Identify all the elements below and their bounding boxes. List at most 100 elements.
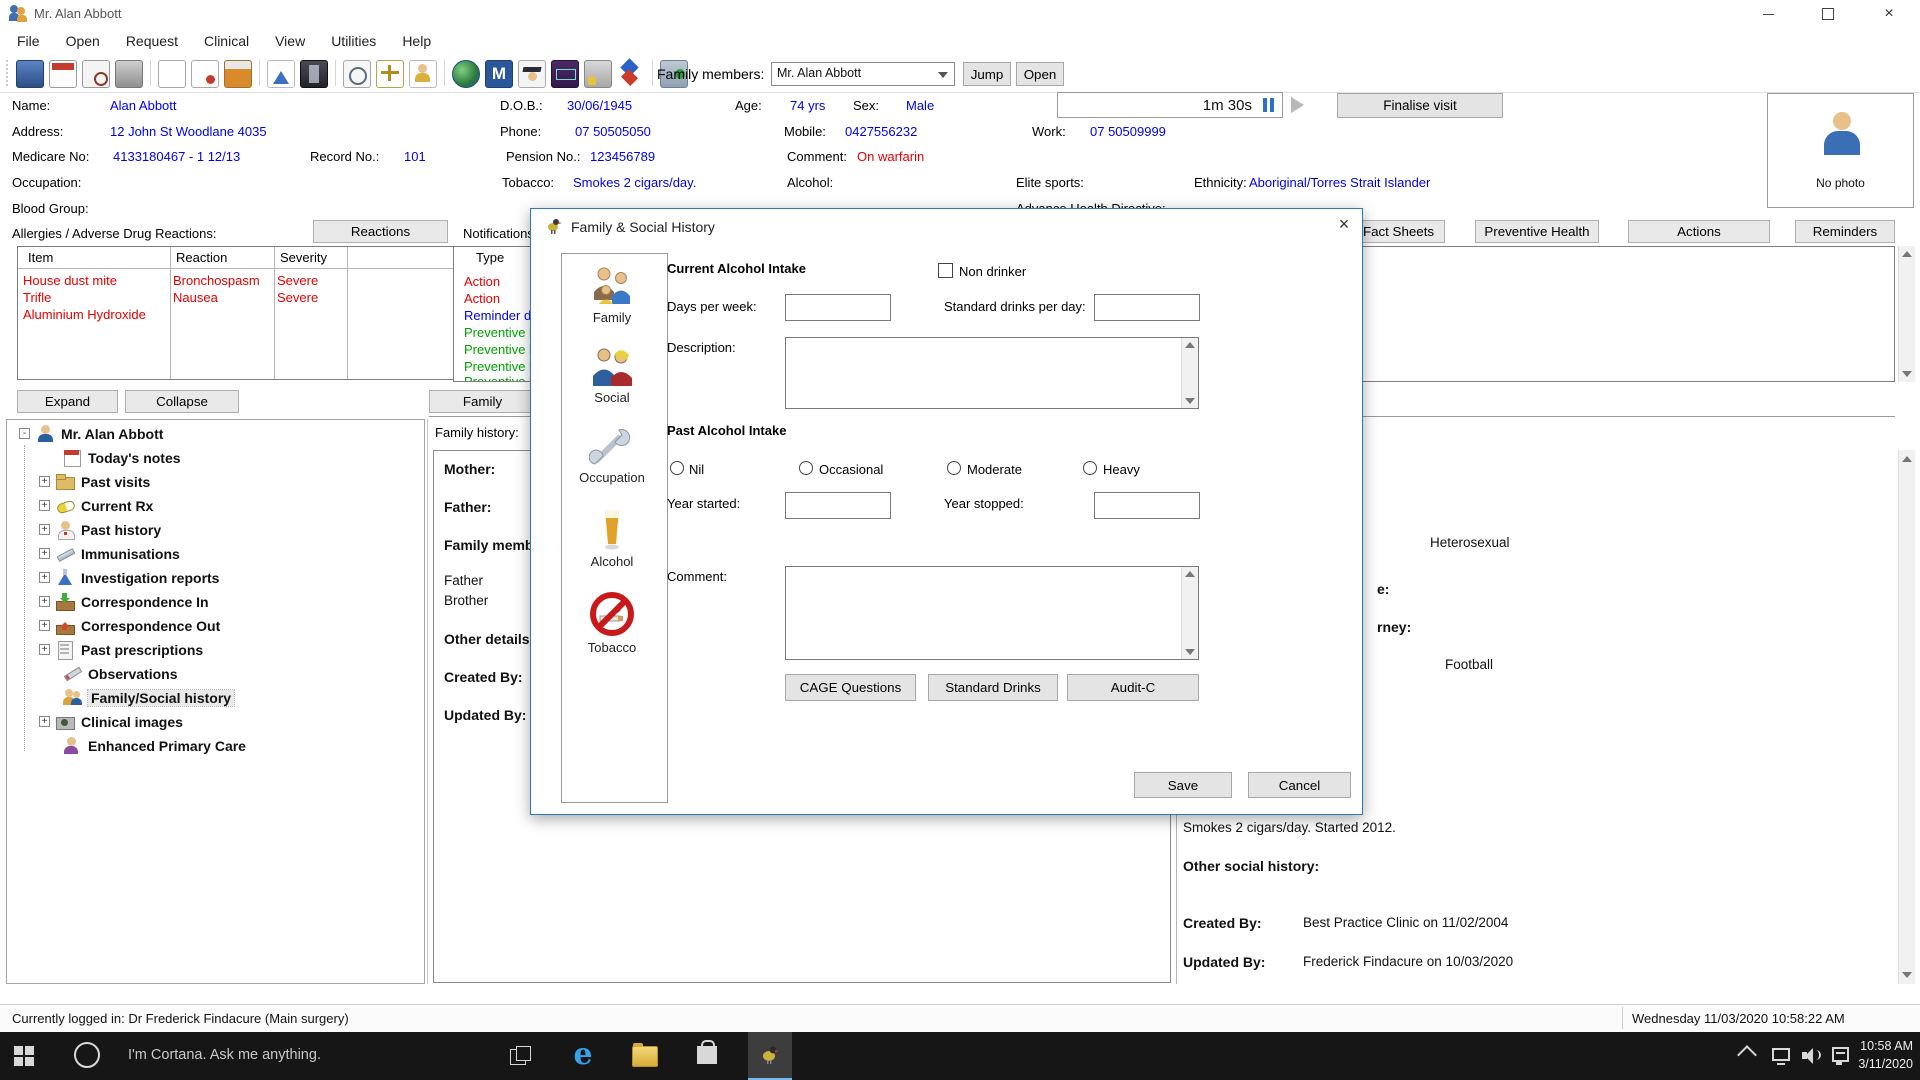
globe-icon[interactable]: [452, 60, 480, 88]
graduate-icon[interactable]: [518, 60, 546, 88]
clock-date[interactable]: 3/11/2020: [1858, 1057, 1913, 1071]
minimize-button[interactable]: [1745, 0, 1791, 28]
tree-expand-box[interactable]: +: [39, 500, 50, 511]
maximize-button[interactable]: [1805, 0, 1851, 28]
menu-help[interactable]: Help: [389, 33, 444, 49]
tree-item-correspondence-in[interactable]: + Correspondence In: [39, 593, 209, 610]
jump-button[interactable]: Jump: [963, 62, 1011, 86]
notification-row[interactable]: Action: [464, 274, 500, 289]
tree-expand-box[interactable]: +: [39, 548, 50, 559]
tree-expand-box[interactable]: +: [39, 716, 50, 727]
tree-item-todays-notes[interactable]: Today's notes: [63, 449, 181, 466]
radio-occasional[interactable]: [799, 461, 813, 475]
tab-actions[interactable]: Actions: [1628, 220, 1770, 243]
tab-reminders[interactable]: Reminders: [1795, 220, 1895, 243]
tree-collapse-box[interactable]: -: [19, 428, 30, 439]
clock-appointment-icon[interactable]: [82, 60, 110, 88]
menu-file[interactable]: File: [4, 33, 53, 49]
word-m-icon[interactable]: M: [485, 60, 513, 88]
menu-request[interactable]: Request: [113, 33, 191, 49]
tree-item-observations[interactable]: Observations: [63, 665, 177, 682]
cancel-button[interactable]: Cancel: [1248, 772, 1351, 798]
store-icon[interactable]: [697, 1046, 717, 1064]
days-per-week-input[interactable]: [785, 294, 891, 321]
blank-document-icon[interactable]: [158, 60, 186, 88]
tree-item-past-history[interactable]: + Past history: [39, 521, 161, 538]
social-panel-scrollbar[interactable]: [1898, 450, 1915, 984]
diamond-icon[interactable]: [617, 60, 643, 86]
standard-drinks-button[interactable]: Standard Drinks: [928, 674, 1058, 701]
dialog-tab-tobacco[interactable]: Tobacco: [562, 590, 662, 655]
tree-item-family-social-history[interactable]: Family/Social history: [63, 689, 234, 706]
play-icon[interactable]: [1291, 97, 1304, 113]
certificate-document-icon[interactable]: [191, 60, 219, 88]
pause-icon[interactable]: [1262, 98, 1276, 112]
tray-network-icon[interactable]: [1772, 1048, 1790, 1061]
cage-questions-button[interactable]: CAGE Questions: [785, 674, 916, 701]
tree-item-past-visits[interactable]: + Past visits: [39, 473, 150, 490]
description-scrollbar[interactable]: [1181, 338, 1198, 408]
stethoscope-icon[interactable]: [343, 60, 371, 88]
calendar-icon[interactable]: [49, 60, 77, 88]
notification-row[interactable]: Action: [464, 291, 500, 306]
tree-expand-box[interactable]: +: [39, 572, 50, 583]
family-members-select[interactable]: Mr. Alan Abbott: [771, 62, 955, 86]
tray-notification-icon[interactable]: [1832, 1047, 1849, 1062]
database-icon[interactable]: [551, 60, 579, 88]
notifications-scrollbar[interactable]: [1898, 246, 1915, 382]
tree-expand-box[interactable]: +: [39, 644, 50, 655]
task-view-icon[interactable]: [510, 1046, 530, 1066]
radio-heavy[interactable]: [1083, 461, 1097, 475]
tab-family[interactable]: Family: [429, 390, 536, 413]
collapse-button[interactable]: Collapse: [125, 390, 239, 413]
file-explorer-icon[interactable]: [632, 1046, 658, 1067]
cortana-search-text[interactable]: I'm Cortana. Ask me anything.: [128, 1047, 321, 1063]
reactions-button[interactable]: Reactions: [313, 220, 448, 243]
description-textarea[interactable]: [785, 337, 1199, 409]
tree-item-current-rx[interactable]: + Current Rx: [39, 497, 153, 514]
cortana-icon[interactable]: [74, 1042, 100, 1068]
dialog-tab-occupation[interactable]: Occupation: [562, 426, 662, 485]
comment-scrollbar[interactable]: [1181, 567, 1198, 659]
radio-nil[interactable]: [670, 461, 684, 475]
allergy-row[interactable]: House dust mite Bronchospasm Severe: [18, 273, 454, 290]
xray-icon[interactable]: [300, 60, 328, 88]
tree-expand-box[interactable]: +: [39, 596, 50, 607]
allergy-row[interactable]: Aluminium Hydroxide: [18, 307, 454, 324]
start-button[interactable]: [14, 1046, 34, 1066]
tray-speaker-icon[interactable]: [1802, 1047, 1818, 1063]
std-drinks-input[interactable]: [1094, 294, 1200, 321]
edge-icon[interactable]: e: [568, 1040, 598, 1070]
tree-expand-box[interactable]: +: [39, 620, 50, 631]
person-icon[interactable]: [409, 60, 437, 88]
finalise-visit-button[interactable]: Finalise visit: [1337, 93, 1503, 118]
medication-bottle-icon[interactable]: [224, 60, 252, 88]
tree-item-immunisations[interactable]: + Immunisations: [39, 545, 180, 562]
open-button[interactable]: Open: [1016, 62, 1064, 86]
printer-icon[interactable]: [115, 60, 143, 88]
audit-c-button[interactable]: Audit-C: [1067, 674, 1199, 701]
clock-time[interactable]: 10:58 AM: [1858, 1039, 1913, 1053]
dialog-tab-alcohol[interactable]: Alcohol: [562, 506, 662, 569]
tree-expand-box[interactable]: +: [39, 476, 50, 487]
flask-icon[interactable]: [267, 60, 295, 88]
tree-item-past-prescriptions[interactable]: + Past prescriptions: [39, 641, 203, 658]
patient-photo-box[interactable]: No photo: [1767, 93, 1914, 208]
dialog-tab-social[interactable]: Social: [562, 346, 662, 405]
tab-preventive-health[interactable]: Preventive Health: [1475, 220, 1599, 243]
save-button[interactable]: Save: [1134, 772, 1232, 798]
non-drinker-checkbox[interactable]: [938, 263, 953, 278]
tree-root[interactable]: - Mr. Alan Abbott: [19, 425, 163, 442]
tab-fact-sheets[interactable]: Fact Sheets: [1352, 220, 1445, 243]
menu-clinical[interactable]: Clinical: [191, 33, 262, 49]
tree-item-correspondence-out[interactable]: + Correspondence Out: [39, 617, 220, 634]
dialog-tab-family[interactable]: Family: [562, 266, 662, 325]
menu-open[interactable]: Open: [53, 33, 113, 49]
year-started-input[interactable]: [785, 492, 891, 519]
expand-button[interactable]: Expand: [17, 390, 118, 413]
tree-expand-box[interactable]: +: [39, 524, 50, 535]
dialog-comment-textarea[interactable]: [785, 566, 1199, 660]
menu-view[interactable]: View: [262, 33, 318, 49]
computer-icon[interactable]: [16, 60, 44, 88]
tree-item-investigation-reports[interactable]: + Investigation reports: [39, 569, 219, 586]
